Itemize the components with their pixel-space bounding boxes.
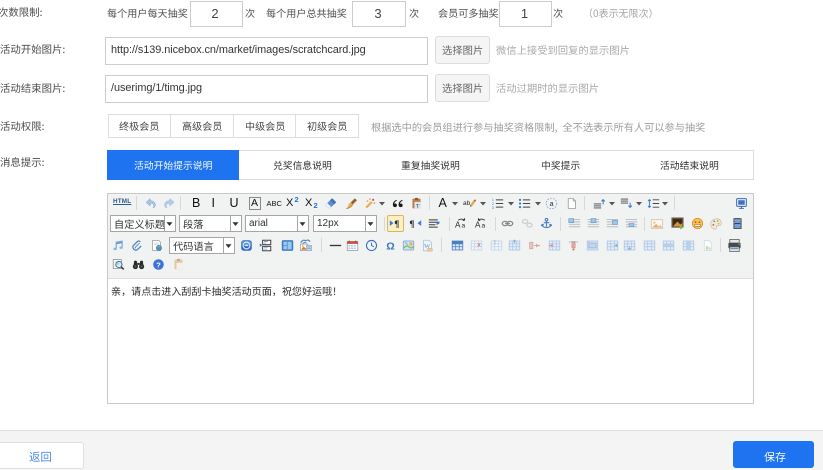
svg-text:T: T: [416, 203, 420, 209]
svg-text:ab: ab: [463, 200, 471, 207]
svg-text:?: ?: [156, 260, 161, 269]
svg-text:A: A: [475, 221, 481, 230]
svg-text:Ω: Ω: [386, 240, 395, 251]
svg-text:3: 3: [492, 206, 494, 210]
svg-text:¶: ¶: [409, 220, 414, 230]
svg-text:a: a: [549, 198, 554, 207]
svg-text:a: a: [462, 223, 466, 230]
svg-text:a: a: [481, 223, 485, 230]
svg-text:x: x: [477, 241, 481, 248]
svg-text:T: T: [493, 240, 497, 246]
svg-text:¶: ¶: [394, 220, 399, 230]
svg-text:A: A: [455, 221, 461, 230]
